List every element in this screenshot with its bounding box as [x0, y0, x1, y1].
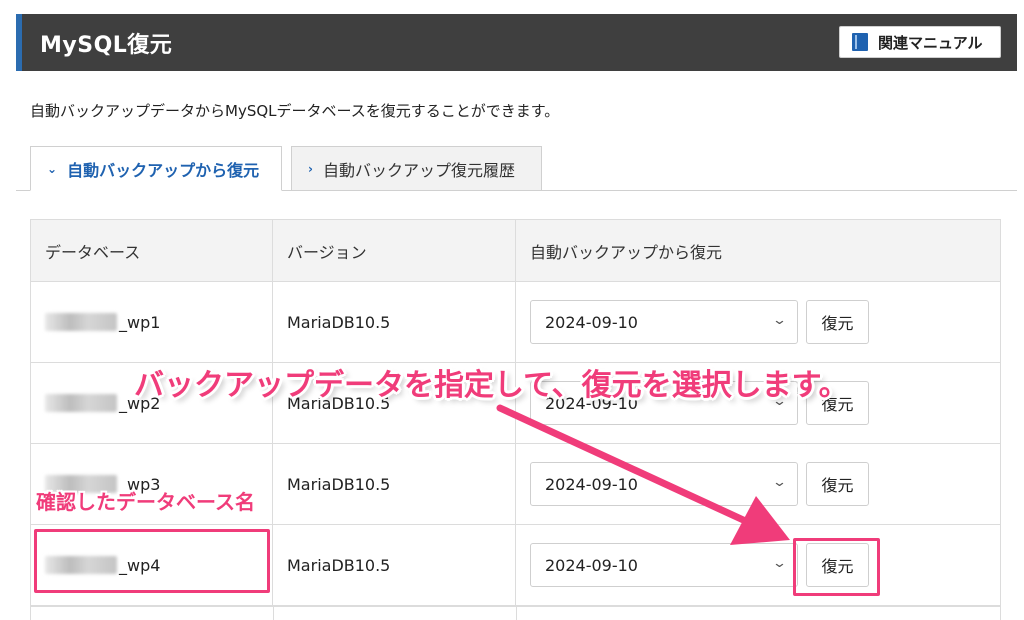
page-header: MySQL復元 関連マニュアル [16, 14, 1017, 71]
database-name-suffix: _wp1 [119, 312, 161, 332]
related-manual-button[interactable]: 関連マニュアル [839, 26, 1001, 58]
database-name-cell: _wp1 [31, 282, 273, 362]
restore-button[interactable]: 復元 [806, 462, 869, 506]
table-row-partial [30, 606, 1001, 620]
chevron-down-icon: ⌄ [771, 313, 788, 328]
tab-label: 自動バックアップから復元 [67, 160, 260, 180]
table-row: _wp1 MariaDB10.5 2024-09-10 ⌄ 復元 [31, 282, 1000, 363]
restore-cell: 2024-09-10 ⌄ 復元 [516, 525, 1000, 605]
chevron-down-icon: ⌄ [771, 475, 788, 490]
tab-label: 自動バックアップ復元履歴 [322, 160, 515, 180]
backup-date-select[interactable]: 2024-09-10 ⌄ [530, 543, 798, 587]
chevron-right-icon: › [308, 161, 313, 176]
page-description: 自動バックアップデータからMySQLデータベースを復元することができます。 [30, 102, 560, 120]
backup-date-value: 2024-09-10 [545, 474, 638, 494]
version-cell: MariaDB10.5 [273, 444, 516, 524]
restore-button-highlight [793, 538, 880, 596]
annotation-instruction: バックアップデータを指定して、復元を選択します。 [134, 368, 849, 403]
version-cell: MariaDB10.5 [273, 282, 516, 362]
tab-auto-backup-restore[interactable]: ⌄ 自動バックアップから復元 [30, 146, 282, 191]
backup-date-select[interactable]: 2024-09-10 ⌄ [530, 462, 798, 506]
annotation-database-name: 確認したデータベース名 [36, 490, 255, 514]
backup-date-select[interactable]: 2024-09-10 ⌄ [530, 300, 798, 344]
column-header-version: バージョン [273, 220, 516, 281]
restore-button[interactable]: 復元 [806, 300, 869, 344]
page-title: MySQL復元 [40, 33, 173, 58]
version-cell: MariaDB10.5 [273, 525, 516, 605]
related-manual-label: 関連マニュアル [878, 33, 983, 52]
chevron-down-icon: ⌄ [771, 556, 788, 571]
backup-date-value: 2024-09-10 [545, 555, 638, 575]
redacted-text [45, 313, 117, 331]
redacted-text [45, 394, 117, 412]
column-header-database: データベース [31, 220, 273, 281]
table-header-row: データベース バージョン 自動バックアップから復元 [31, 220, 1000, 282]
book-icon [852, 33, 868, 51]
backup-date-value: 2024-09-10 [545, 312, 638, 332]
restore-cell: 2024-09-10 ⌄ 復元 [516, 282, 1000, 362]
database-name-highlight [34, 529, 270, 593]
chevron-down-icon: ⌄ [47, 161, 58, 176]
tab-restore-history[interactable]: › 自動バックアップ復元履歴 [291, 146, 542, 191]
restore-cell: 2024-09-10 ⌄ 復元 [516, 444, 1000, 524]
column-header-restore: 自動バックアップから復元 [530, 242, 723, 262]
